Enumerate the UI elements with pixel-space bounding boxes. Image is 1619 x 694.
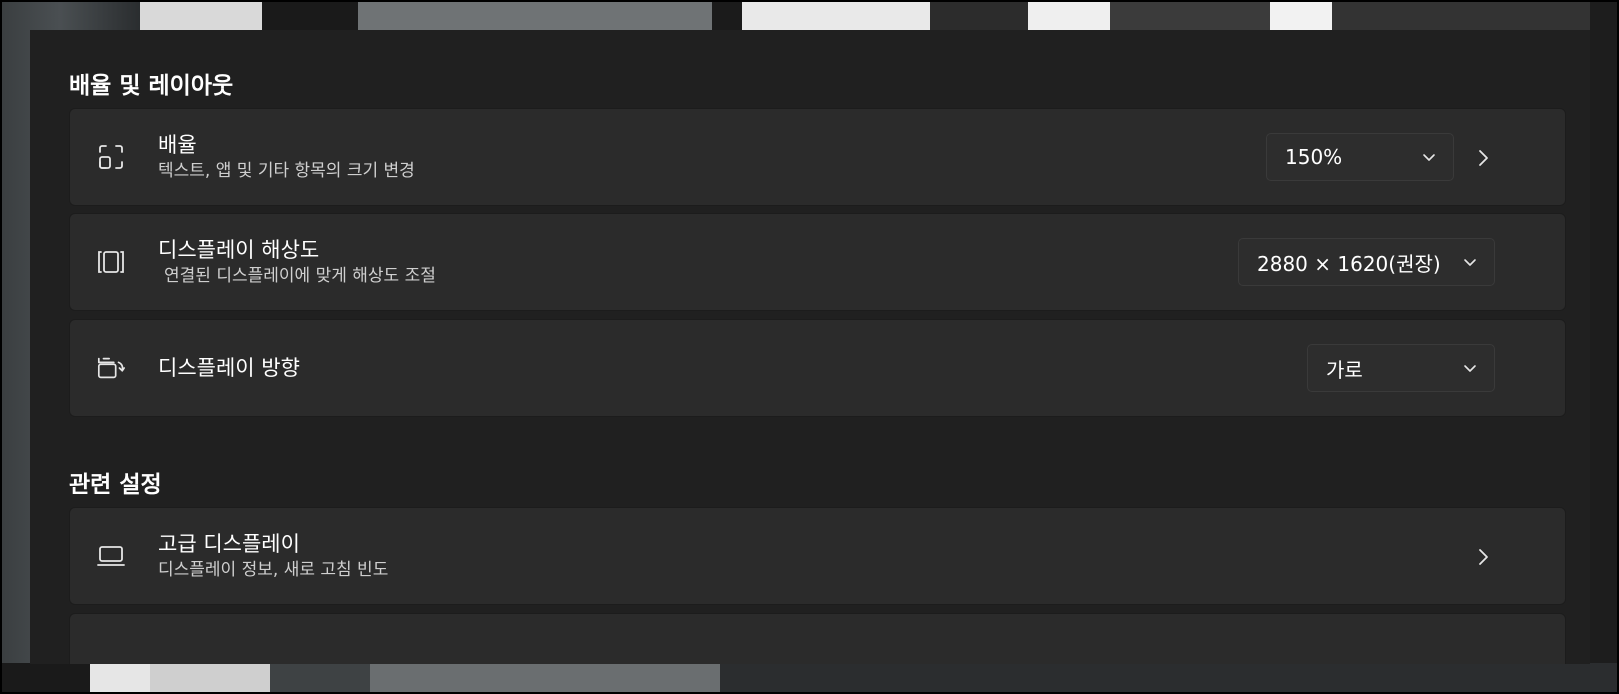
section-title-scale-layout: 배율 및 레이아웃: [69, 73, 234, 99]
scale-texts: 배율 텍스트, 앱 및 기타 항목의 크기 변경: [158, 132, 415, 182]
scale-icon: [96, 142, 126, 172]
advanced-display-card[interactable]: 고급 디스플레이 디스플레이 정보, 새로 고침 빈도: [69, 507, 1566, 605]
orientation-title: 디스플레이 방향: [158, 356, 300, 380]
scale-dropdown-value: 150%: [1285, 145, 1343, 169]
resolution-dropdown-value: 2880 × 1620(권장): [1257, 251, 1441, 276]
desktop-background-bottom: [0, 663, 1619, 694]
resolution-icon: [96, 247, 126, 277]
orientation-icon: [96, 353, 126, 383]
advanced-display-title: 고급 디스플레이: [158, 532, 300, 556]
orientation-dropdown-value: 가로: [1326, 357, 1363, 382]
chevron-right-icon[interactable]: [1475, 546, 1491, 568]
scale-subtitle: 텍스트, 앱 및 기타 항목의 크기 변경: [158, 161, 415, 181]
resolution-texts: 디스플레이 해상도 연결된 디스플레이에 맞게 해상도 조절: [158, 237, 436, 287]
monitor-icon: [96, 541, 126, 571]
resolution-subtitle: 연결된 디스플레이에 맞게 해상도 조절: [164, 266, 436, 286]
scale-card[interactable]: 배율 텍스트, 앱 및 기타 항목의 크기 변경 150%: [69, 108, 1566, 206]
resolution-title: 디스플레이 해상도: [158, 238, 320, 262]
chevron-down-icon: [1464, 365, 1476, 372]
scale-title: 배율: [158, 133, 197, 157]
settings-panel: 배율 및 레이아웃 배율 텍스트, 앱 및 기타 항목의 크기 변경 150%: [30, 30, 1590, 664]
chevron-down-icon: [1423, 154, 1435, 161]
resolution-card[interactable]: 디스플레이 해상도 연결된 디스플레이에 맞게 해상도 조절 2880 × 16…: [69, 213, 1566, 311]
section-title-related-settings: 관련 설정: [69, 472, 162, 498]
orientation-texts: 디스플레이 방향: [158, 355, 300, 381]
orientation-dropdown[interactable]: 가로: [1307, 344, 1495, 392]
scale-dropdown[interactable]: 150%: [1266, 133, 1454, 181]
orientation-card[interactable]: 디스플레이 방향 가로: [69, 319, 1566, 417]
chevron-down-icon: [1464, 259, 1476, 266]
advanced-display-texts: 고급 디스플레이 디스플레이 정보, 새로 고침 빈도: [158, 531, 388, 581]
chevron-right-icon[interactable]: [1475, 147, 1491, 169]
next-settings-card[interactable]: [69, 613, 1566, 664]
advanced-display-subtitle: 디스플레이 정보, 새로 고침 빈도: [158, 560, 389, 580]
resolution-dropdown[interactable]: 2880 × 1620(권장): [1238, 238, 1495, 286]
